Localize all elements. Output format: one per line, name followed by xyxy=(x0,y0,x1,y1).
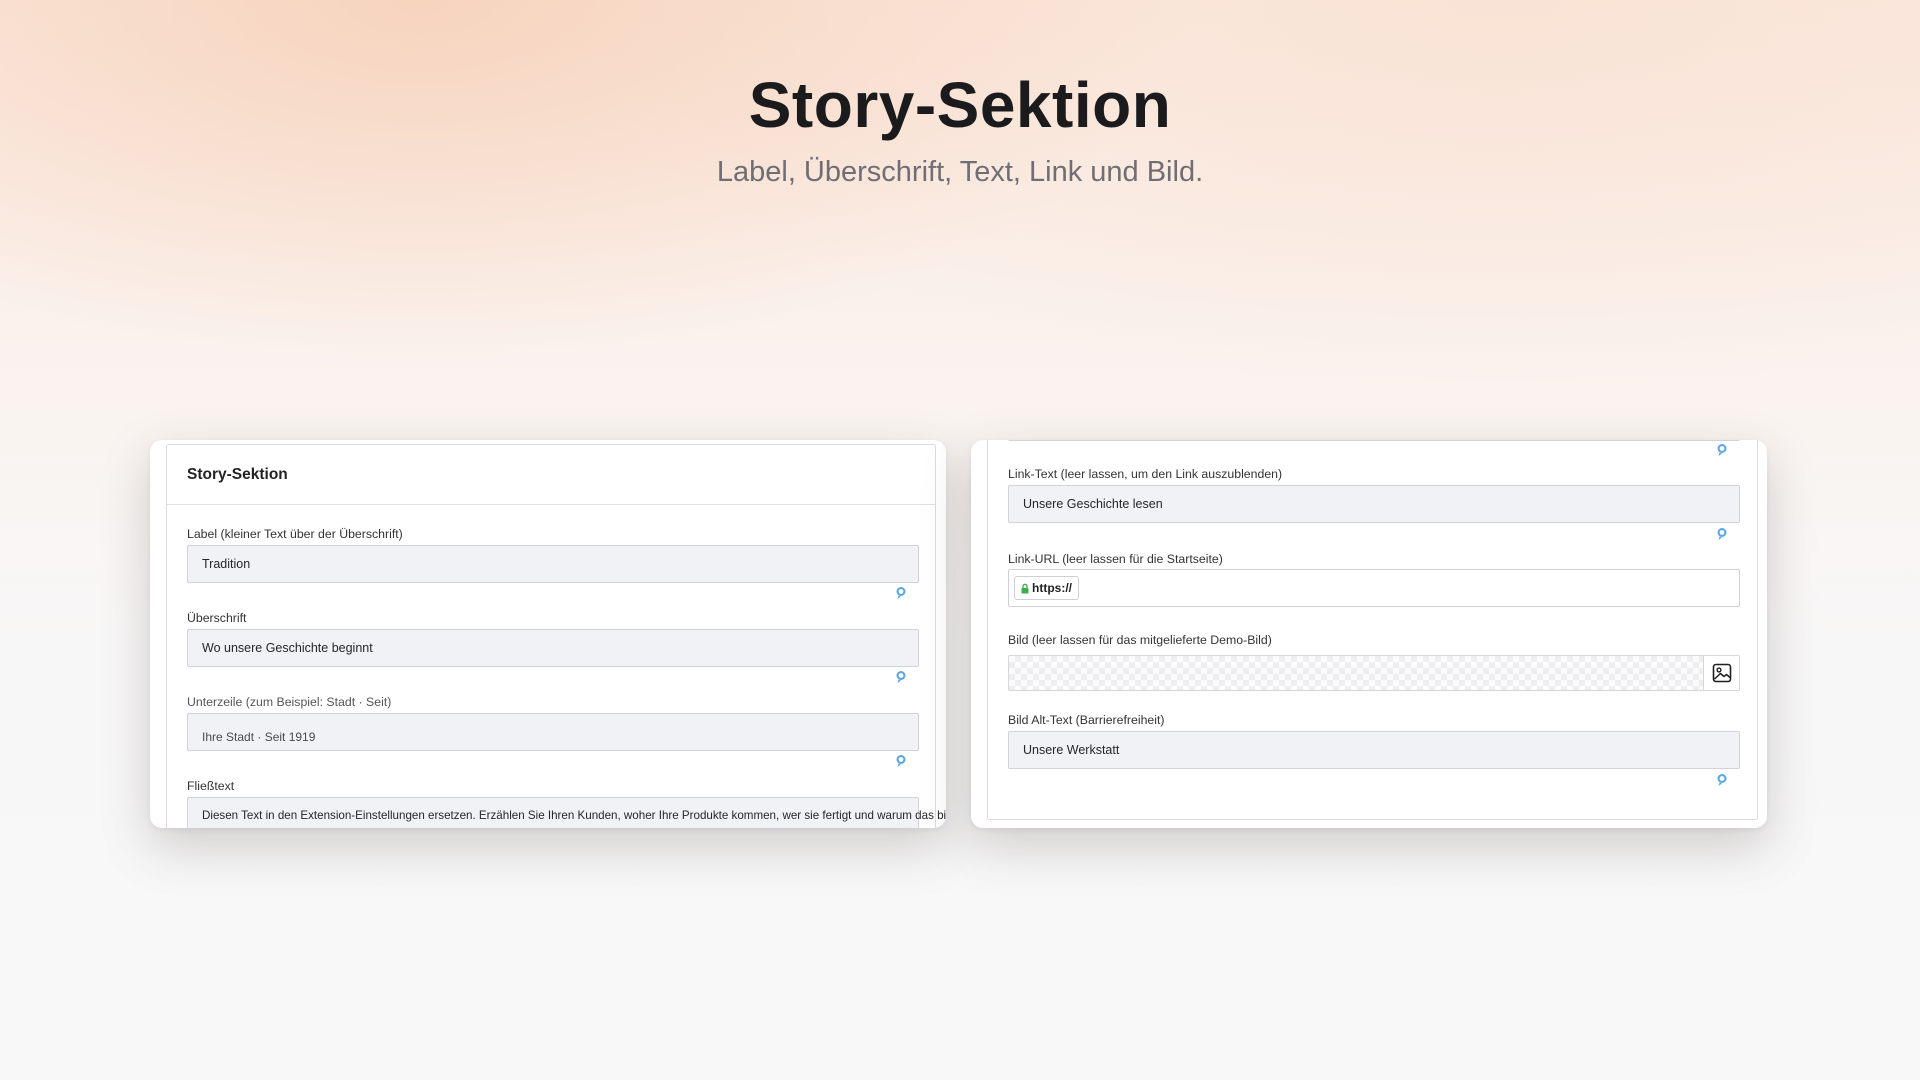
url-protocol-badge[interactable]: https:// xyxy=(1014,576,1079,600)
page-title: Story-Sektion xyxy=(748,69,1172,141)
translate-icon[interactable] xyxy=(895,586,907,600)
image-picker[interactable] xyxy=(1008,655,1740,691)
previous-field-input[interactable] xyxy=(1008,440,1740,441)
story-section-settings-panel: Story-Sektion Label (kleiner Text über d… xyxy=(150,440,946,828)
image-select-button[interactable] xyxy=(1703,656,1739,690)
label-input[interactable]: Tradition xyxy=(187,545,919,583)
heading-field-label: Überschrift xyxy=(187,611,247,625)
link-url-field-label: Link-URL (leer lassen für die Startseite… xyxy=(1008,552,1223,566)
story-section-settings-panel-continued: Link-Text (leer lassen, um den Link ausz… xyxy=(971,440,1767,828)
translate-icon[interactable] xyxy=(895,754,907,768)
page-subtitle: Label, Überschrift, Text, Link und Bild. xyxy=(716,156,1204,188)
label-field-label: Label (kleiner Text über der Überschrift… xyxy=(187,527,403,541)
link-url-input[interactable]: https:// xyxy=(1008,569,1740,607)
link-text-input[interactable]: Unsere Geschichte lesen xyxy=(1008,485,1740,523)
translate-icon[interactable] xyxy=(1716,527,1728,541)
translate-icon[interactable] xyxy=(895,670,907,684)
subline-field-label: Unterzeile (zum Beispiel: Stadt · Seit) xyxy=(187,695,392,709)
translate-icon[interactable] xyxy=(1716,443,1728,457)
image-icon xyxy=(1712,663,1731,683)
image-alt-field-label: Bild Alt-Text (Barrierefreiheit) xyxy=(1008,713,1165,727)
body-text-textarea[interactable]: Diesen Text in den Extension-Einstellung… xyxy=(187,797,946,828)
card-title: Story-Sektion xyxy=(167,445,935,505)
image-alt-input[interactable]: Unsere Werkstatt xyxy=(1008,731,1740,769)
url-protocol-text: https:// xyxy=(1032,581,1072,595)
lock-icon xyxy=(1021,583,1029,593)
settings-card: Link-Text (leer lassen, um den Link ausz… xyxy=(987,440,1758,820)
link-text-field-label: Link-Text (leer lassen, um den Link ausz… xyxy=(1008,467,1283,481)
settings-card: Story-Sektion Label (kleiner Text über d… xyxy=(166,444,946,828)
image-field-label: Bild (leer lassen für das mitgelieferte … xyxy=(1008,633,1272,647)
subline-input[interactable]: Ihre Stadt · Seit 1919 xyxy=(187,713,919,751)
body-text-field-label: Fließtext xyxy=(187,779,235,793)
heading-input[interactable]: Wo unsere Geschichte beginnt xyxy=(187,629,919,667)
translate-icon[interactable] xyxy=(1716,773,1728,787)
